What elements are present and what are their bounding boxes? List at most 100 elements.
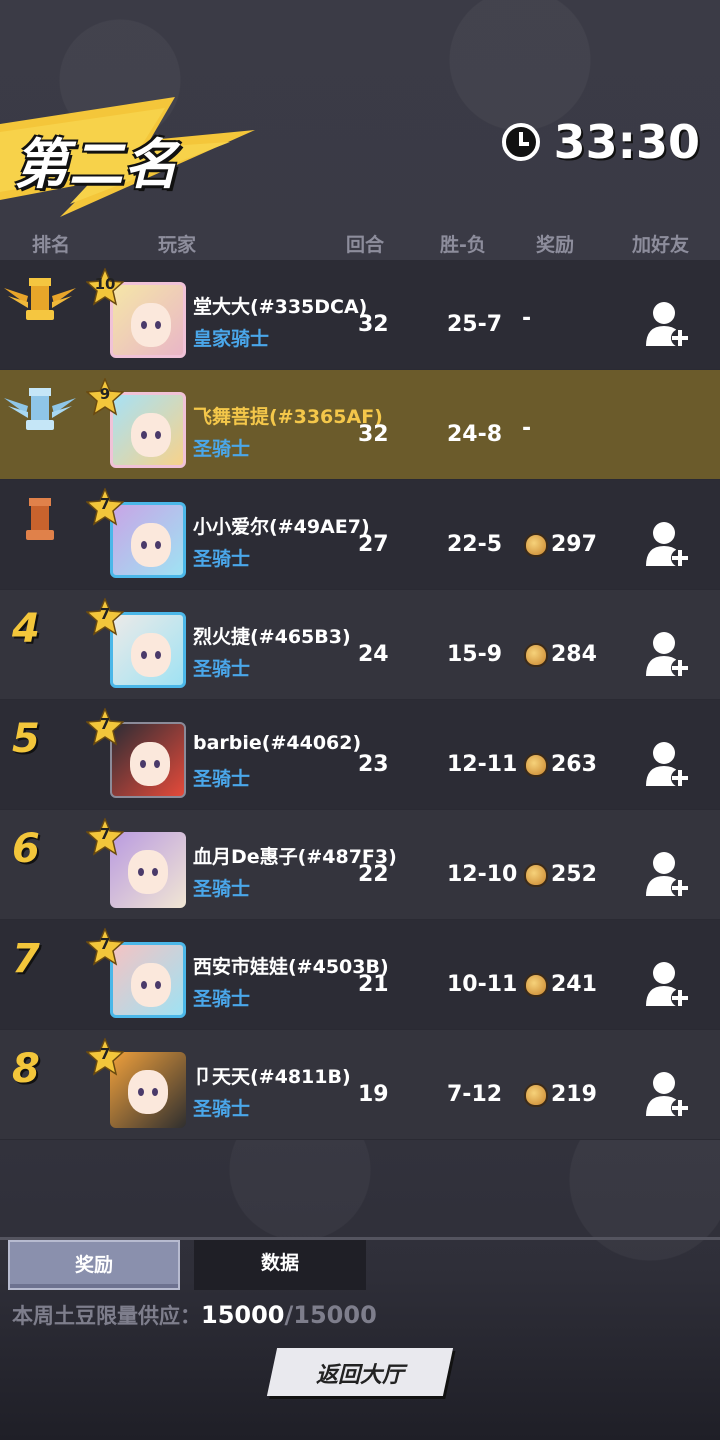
player-rounds: 19: [358, 1082, 389, 1107]
table-row: 7 小小爱尔(#49AE7) 圣骑士 27 22-5 297: [0, 480, 720, 590]
table-row: 8 7 卩天天(#4811B) 圣骑士 19 7-12 219: [0, 1030, 720, 1140]
back-to-lobby-label[interactable]: 返回大厅: [272, 1357, 448, 1389]
player-title: 圣骑士: [193, 988, 251, 1010]
player-rounds: 23: [358, 752, 389, 777]
table-row: 6 7 血月De惠子(#487F3) 圣骑士 22 12-10 252: [0, 810, 720, 920]
table-row: 5 7 barbie(#44062) 圣骑士 23 12-11 263: [0, 700, 720, 810]
player-rounds: 27: [358, 532, 389, 557]
clock-icon: [501, 123, 540, 161]
player-level: 10: [94, 275, 116, 293]
table-row: 7 7 西安市娃娃(#4503B) 圣骑士 21 10-11 241: [0, 920, 720, 1030]
player-name: 飞舞菩提(#3365AF): [193, 406, 383, 428]
player-win-loss: 25-7: [447, 312, 503, 337]
tab-reward[interactable]: 奖励: [8, 1240, 180, 1290]
weekly-supply: 本周土豆限量供应：15000/15000: [12, 1300, 377, 1330]
add-friend-icon[interactable]: [646, 740, 692, 790]
rank-number: 5: [12, 716, 40, 762]
player-name: 卩天天(#4811B): [193, 1066, 351, 1088]
player-name: 小小爱尔(#49AE7): [193, 516, 370, 538]
reward-amount: 241: [551, 972, 597, 997]
potato-icon: [524, 532, 548, 557]
col-player: 玩家: [158, 234, 197, 256]
player-reward: -: [522, 306, 532, 331]
player-name: 堂大大(#335DCA): [193, 296, 368, 318]
supply-total: /15000: [284, 1301, 377, 1329]
reward-amount: 263: [551, 752, 597, 777]
player-win-loss: 12-10: [447, 862, 518, 887]
player-title: 圣骑士: [193, 658, 251, 680]
col-add-friend: 加好友: [632, 234, 690, 256]
player-win-loss: 7-12: [447, 1082, 503, 1107]
supply-current: 15000: [201, 1301, 285, 1329]
reward-amount: 297: [551, 532, 597, 557]
player-title: 圣骑士: [193, 548, 251, 570]
rank-number: 6: [12, 826, 40, 872]
player-level: 7: [99, 1045, 111, 1063]
potato-icon: [524, 1082, 548, 1107]
player-reward: 263: [524, 752, 597, 777]
leaderboard: 10 堂大大(#335DCA) 皇家骑士 32 25-7 - 9 飞舞菩提(#3…: [0, 260, 720, 1140]
tab-data[interactable]: 数据: [194, 1240, 366, 1290]
player-reward: 297: [524, 532, 597, 557]
player-reward: -: [522, 416, 532, 441]
player-win-loss: 22-5: [447, 532, 503, 557]
reward-amount: 219: [551, 1082, 597, 1107]
player-rounds: 32: [358, 312, 389, 337]
player-title: 圣骑士: [193, 878, 251, 900]
add-friend-icon[interactable]: [646, 850, 692, 900]
rank-title: 第二名: [14, 133, 179, 196]
player-title: 圣骑士: [193, 438, 251, 460]
player-rounds: 24: [358, 642, 389, 667]
player-level: 7: [99, 605, 111, 623]
player-rounds: 21: [358, 972, 389, 997]
potato-icon: [524, 752, 548, 777]
player-reward: 252: [524, 862, 597, 887]
player-title: 圣骑士: [193, 1098, 251, 1120]
player-rounds: 22: [358, 862, 389, 887]
rank-number: 4: [12, 606, 40, 652]
player-win-loss: 12-11: [447, 752, 518, 777]
player-reward: 219: [524, 1082, 597, 1107]
col-rank: 排名: [32, 234, 71, 256]
player-level: 7: [99, 495, 111, 513]
potato-icon: [524, 862, 548, 887]
rank-number: 8: [12, 1046, 40, 1092]
add-friend-icon[interactable]: [646, 630, 692, 680]
player-name: barbie(#44062): [193, 732, 362, 754]
silver-rook-icon: [4, 388, 76, 430]
add-friend-icon[interactable]: [646, 960, 692, 1010]
player-level: 7: [99, 825, 111, 843]
col-rounds: 回合: [346, 234, 385, 256]
rank-number: 7: [12, 936, 40, 982]
bronze-rook-icon: [26, 498, 54, 540]
column-headers: 排名 玩家 回合 胜-负 奖励 加好友: [0, 230, 720, 258]
countdown-timer: 33:30: [501, 115, 700, 169]
gold-rook-icon: [4, 278, 76, 320]
player-reward: 241: [524, 972, 597, 997]
player-win-loss: 24-8: [447, 422, 503, 447]
player-name: 烈火捷(#465B3): [193, 626, 351, 648]
col-reward: 奖励: [536, 234, 575, 256]
add-friend-icon[interactable]: [646, 520, 692, 570]
player-level: 9: [99, 385, 111, 403]
add-friend-icon[interactable]: [646, 1070, 692, 1120]
potato-icon: [524, 642, 548, 667]
player-reward: 284: [524, 642, 597, 667]
player-win-loss: 15-9: [447, 642, 503, 667]
player-title: 圣骑士: [193, 768, 251, 790]
player-win-loss: 10-11: [447, 972, 518, 997]
player-level: 7: [99, 715, 111, 733]
reward-amount: 284: [551, 642, 597, 667]
player-rounds: 32: [358, 422, 389, 447]
potato-icon: [524, 972, 548, 997]
table-row-current-player: 9 飞舞菩提(#3365AF) 圣骑士 32 24-8 -: [0, 370, 720, 480]
player-title: 皇家骑士: [193, 328, 270, 350]
supply-label: 本周土豆限量供应：: [12, 1304, 201, 1328]
player-level: 7: [99, 935, 111, 953]
table-row: 10 堂大大(#335DCA) 皇家骑士 32 25-7 -: [0, 260, 720, 370]
add-friend-icon[interactable]: [646, 300, 692, 350]
col-win-loss: 胜-负: [440, 234, 486, 256]
reward-amount: 252: [551, 862, 597, 887]
table-row: 4 7 烈火捷(#465B3) 圣骑士 24 15-9 284: [0, 590, 720, 700]
timer-text: 33:30: [553, 115, 700, 169]
